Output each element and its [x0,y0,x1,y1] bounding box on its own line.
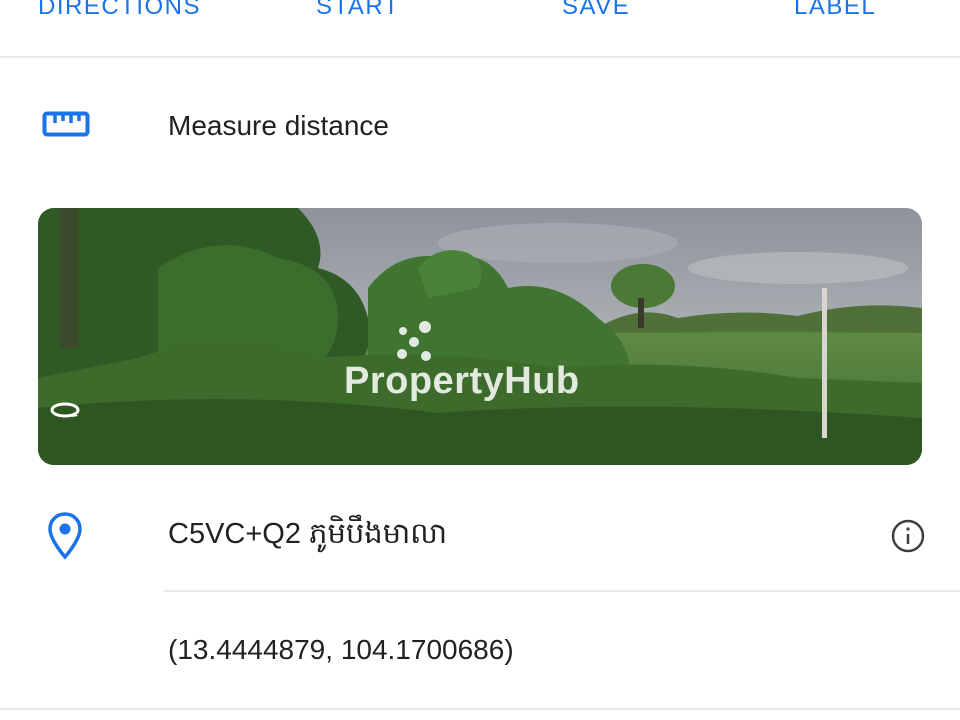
measure-distance-label: Measure distance [168,110,390,141]
start-button[interactable]: START [316,0,400,24]
action-bar: DIRECTIONS START SAVE LABEL [0,0,960,58]
bottom-divider [0,708,960,710]
propertyhub-logo-icon [397,321,431,361]
ruler-icon [42,111,90,137]
row-divider [164,590,960,592]
watermark-text: PropertyHub [344,360,580,402]
measure-distance-row[interactable]: Measure distance [0,58,960,194]
rotate-360-icon [50,402,80,418]
label-button[interactable]: LABEL [794,0,876,24]
watermark: PropertyHub [38,208,922,465]
plus-code-text: C5VC+Q2 ភូមិបឹងមាលា [168,518,448,550]
info-icon[interactable] [890,518,926,554]
coordinates-text[interactable]: (13.4444879, 104.1700686) [168,634,514,666]
save-button[interactable]: SAVE [562,0,630,24]
street-view-image[interactable]: PropertyHub [38,208,922,465]
directions-button[interactable]: DIRECTIONS [38,0,201,24]
plus-code-row[interactable]: C5VC+Q2 ភូមិបឹងមាលា [0,496,960,578]
location-pin-icon [48,512,82,560]
